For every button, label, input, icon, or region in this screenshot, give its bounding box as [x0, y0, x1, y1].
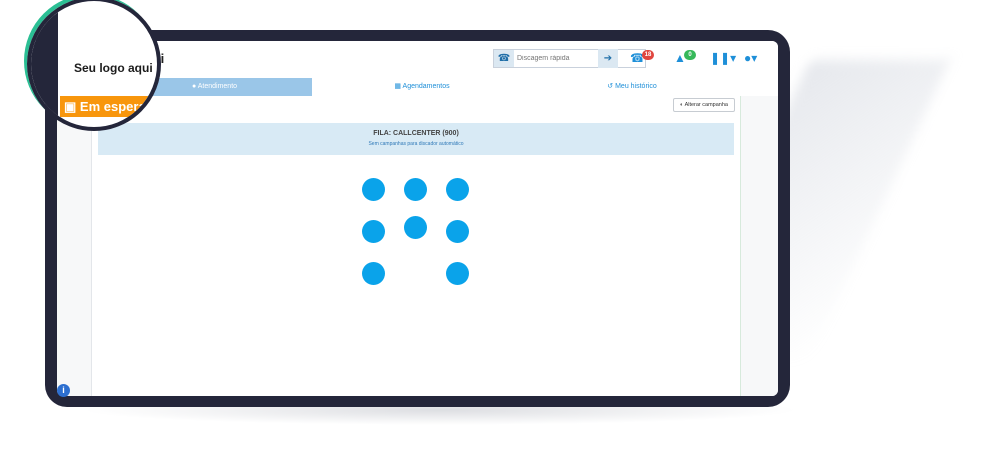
- app-screen: Seu logo aqui ☎ ➔ ☎ 18 ▲ 0 ❚❚▾ ●▾ ● Aten…: [57, 41, 778, 396]
- right-sidebar: [740, 96, 778, 396]
- top-bar: Seu logo aqui ☎ ➔ ☎ 18 ▲ 0 ❚❚▾ ●▾: [57, 41, 778, 75]
- tab-agendamentos[interactable]: ▦ Agendamentos: [322, 78, 522, 96]
- loading-dot: [446, 262, 469, 285]
- loading-dot: [404, 216, 427, 239]
- loading-dot: [362, 262, 385, 285]
- calendar-icon: ▦: [394, 83, 401, 90]
- loading-dot: [362, 178, 385, 201]
- calls-badge: 18: [642, 50, 654, 60]
- loading-dot: [404, 178, 427, 201]
- left-sidebar: [57, 96, 92, 396]
- switch-campaign-label: Alterar campanha: [684, 102, 728, 108]
- scene: Seu logo aqui ☎ ➔ ☎ 18 ▲ 0 ❚❚▾ ●▾ ● Aten…: [0, 0, 989, 472]
- user-headset-icon: ●: [191, 83, 197, 90]
- switch-campaign-button[interactable]: ◐ Alterar campanha: [673, 98, 735, 112]
- tab-bar: ● Atendimento ▦ Agendamentos ↺ Meu histó…: [57, 78, 778, 96]
- tab-historico[interactable]: ↺ Meu histórico: [527, 78, 737, 96]
- queue-subtitle: Sem campanhas para discador automático: [368, 141, 464, 147]
- quick-dial: ☎: [493, 49, 646, 68]
- queue-title: FILA: CALLCENTER (900): [373, 130, 459, 137]
- info-icon[interactable]: i: [57, 384, 70, 397]
- toggle-icon: ◐: [680, 102, 684, 108]
- magnifier-ring: [27, 0, 161, 131]
- tab-label: Agendamentos: [402, 83, 450, 90]
- phone-icon: ☎: [494, 50, 514, 67]
- queue-panel: FILA: CALLCENTER (900) Sem campanhas par…: [98, 123, 734, 155]
- tab-label: Atendimento: [197, 83, 238, 90]
- dial-arrow-icon[interactable]: ➔: [598, 49, 618, 68]
- user-menu-icon[interactable]: ●▾: [744, 51, 757, 65]
- pause-menu-icon[interactable]: ❚❚▾: [710, 51, 736, 65]
- loading-dot: [446, 220, 469, 243]
- loading-dot: [362, 220, 385, 243]
- loading-dot: [446, 178, 469, 201]
- tab-label: Meu histórico: [615, 83, 657, 90]
- history-icon: ↺: [607, 83, 614, 90]
- alerts-badge: 0: [684, 50, 696, 60]
